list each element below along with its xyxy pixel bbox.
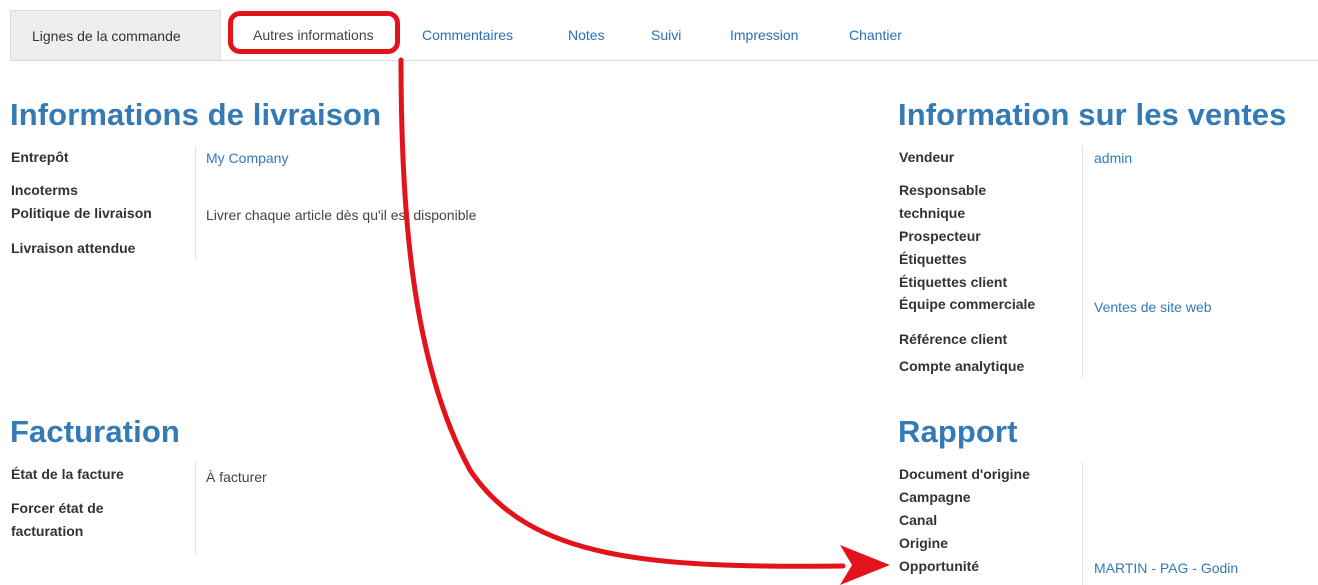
tab-site[interactable]: Chantier	[828, 10, 923, 60]
delivery-divider	[195, 146, 196, 260]
sales-section-title: Information sur les ventes	[898, 97, 1287, 132]
tab-other-info[interactable]: Autres informations	[232, 10, 395, 60]
incoterms-label: Incoterms	[11, 182, 78, 198]
client-tags-label: Étiquettes client	[899, 274, 1008, 290]
client-reference-label: Référence client	[899, 331, 1008, 347]
sales-team-value[interactable]: Ventes de site web	[1094, 296, 1212, 319]
billing-divider	[195, 462, 196, 554]
tab-order-lines[interactable]: Lignes de la commande	[10, 10, 221, 60]
annotation-arrow-curve	[398, 57, 846, 569]
billing-section-title: Facturation	[10, 414, 180, 449]
tab-printing[interactable]: Impression	[709, 10, 819, 60]
tab-notes[interactable]: Notes	[547, 10, 626, 60]
delivery-section-title: Informations de livraison	[10, 97, 382, 132]
invoice-state-label: État de la facture	[11, 466, 124, 482]
tags-label: Étiquettes	[899, 251, 967, 267]
annotation-arrow-head	[840, 545, 890, 585]
tab-comments[interactable]: Commentaires	[401, 10, 534, 60]
sales-team-label: Équipe commerciale	[899, 296, 1036, 312]
report-section-title: Rapport	[898, 414, 1018, 449]
analytic-account-label: Compte analytique	[899, 358, 1025, 374]
warehouse-value[interactable]: My Company	[206, 147, 288, 170]
opportunity-label: Opportunité	[899, 558, 980, 574]
source-document-label: Document d'origine	[899, 466, 1030, 482]
warehouse-label: Entrepôt	[11, 149, 69, 165]
delivery-policy-label: Politique de livraison	[11, 205, 152, 221]
expected-delivery-label: Livraison attendue	[11, 240, 136, 256]
salesperson-label: Vendeur	[899, 149, 955, 165]
tab-tracking[interactable]: Suivi	[630, 10, 702, 60]
tech-responsible-label-line2: technique	[899, 205, 966, 221]
salesperson-value[interactable]: admin	[1094, 147, 1132, 170]
report-divider	[1082, 462, 1083, 585]
tech-responsible-label-line1: Responsable	[899, 182, 987, 198]
notebook-tabs: Lignes de la commande Autres information…	[10, 10, 1318, 61]
invoice-state-value[interactable]: À facturer	[206, 466, 267, 489]
channel-label: Canal	[899, 512, 938, 528]
force-invoice-state-label-line1: Forcer état de	[11, 500, 104, 516]
sales-divider	[1082, 146, 1083, 378]
campaign-label: Campagne	[899, 489, 971, 505]
prospector-label: Prospecteur	[899, 228, 981, 244]
origin-label: Origine	[899, 535, 949, 551]
annotation-arrow	[398, 57, 890, 585]
delivery-policy-value[interactable]: Livrer chaque article dès qu'il est disp…	[206, 204, 476, 227]
force-invoice-state-label-line2: facturation	[11, 523, 84, 539]
opportunity-value[interactable]: MARTIN - PAG - Godin	[1094, 557, 1238, 580]
